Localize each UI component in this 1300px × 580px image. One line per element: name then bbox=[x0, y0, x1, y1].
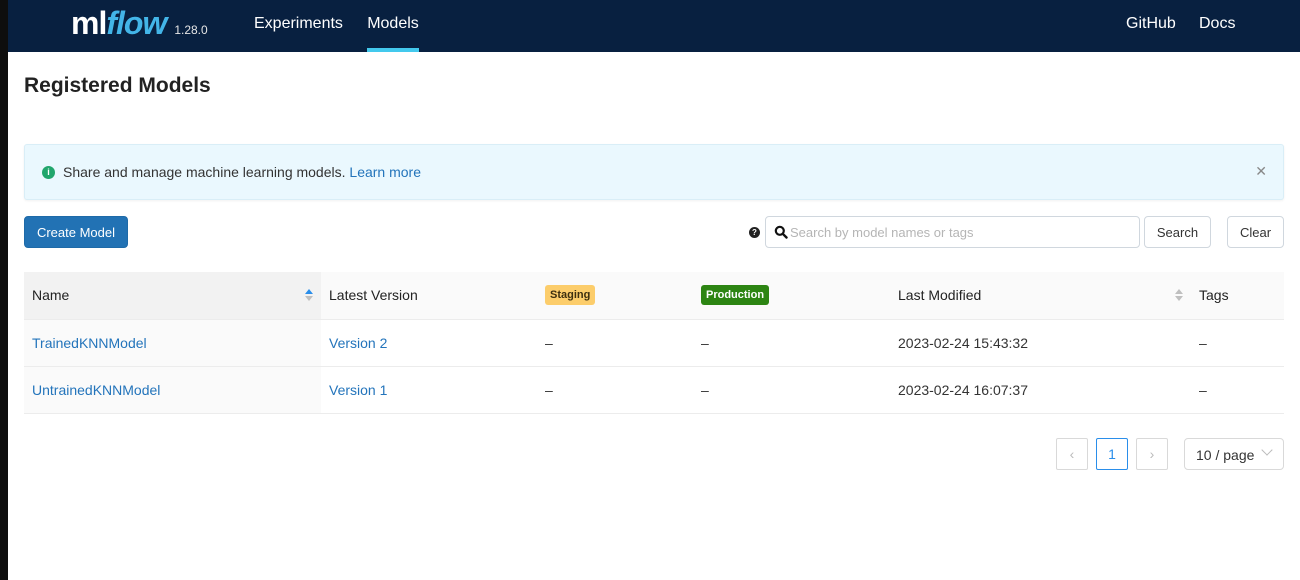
cell-name: TrainedKNNModel bbox=[24, 319, 321, 367]
pagination-prev-button[interactable]: ‹ bbox=[1056, 438, 1088, 470]
version-label: 1.28.0 bbox=[174, 23, 208, 37]
search-box bbox=[765, 216, 1140, 248]
model-name-link[interactable]: TrainedKNNModel bbox=[32, 335, 147, 351]
info-alert: i Share and manage machine learning mode… bbox=[24, 144, 1284, 200]
info-icon: i bbox=[42, 166, 55, 179]
nav-models[interactable]: Models bbox=[367, 0, 419, 52]
model-name-link[interactable]: UntrainedKNNModel bbox=[32, 382, 160, 398]
sort-asc-icon bbox=[305, 289, 313, 294]
column-header-staging: Staging bbox=[537, 272, 693, 320]
nav-experiments[interactable]: Experiments bbox=[254, 0, 343, 52]
cell-tags: – bbox=[1191, 319, 1284, 367]
cell-last-modified: 2023-02-24 16:07:37 bbox=[890, 366, 1191, 414]
logo-flow-text: flow bbox=[106, 4, 167, 41]
sort-desc-icon bbox=[1175, 296, 1183, 301]
sort-icon[interactable] bbox=[1175, 289, 1183, 303]
column-last-modified-label: Last Modified bbox=[898, 287, 982, 304]
search-icon bbox=[774, 225, 788, 239]
column-header-name[interactable]: Name bbox=[24, 272, 321, 320]
clear-button[interactable]: Clear bbox=[1227, 216, 1284, 248]
cell-latest-version: Version 2 bbox=[321, 319, 537, 367]
column-tags-label: Tags bbox=[1199, 287, 1229, 304]
column-header-last-modified[interactable]: Last Modified bbox=[890, 272, 1191, 320]
search-button[interactable]: Search bbox=[1144, 216, 1211, 248]
column-name-label: Name bbox=[32, 287, 70, 304]
chevron-down-icon bbox=[1261, 444, 1273, 456]
cell-tags: – bbox=[1191, 366, 1284, 414]
models-table: Name Latest Version Staging Production L… bbox=[24, 272, 1284, 414]
nav-github-link[interactable]: GitHub bbox=[1126, 0, 1176, 52]
table-header-row: Name Latest Version Staging Production L… bbox=[24, 272, 1284, 320]
column-header-latest-version: Latest Version bbox=[321, 272, 537, 320]
cell-last-modified: 2023-02-24 15:43:32 bbox=[890, 319, 1191, 367]
version-link[interactable]: Version 1 bbox=[329, 382, 387, 398]
staging-badge: Staging bbox=[545, 285, 596, 306]
learn-more-link[interactable]: Learn more bbox=[349, 164, 421, 180]
cell-staging: – bbox=[537, 366, 693, 414]
page-size-select[interactable]: 10 / page bbox=[1184, 438, 1284, 470]
cell-production: – bbox=[693, 366, 890, 414]
logo-ml-text: ml bbox=[71, 4, 107, 41]
column-header-tags: Tags bbox=[1191, 272, 1284, 320]
search-input[interactable] bbox=[790, 217, 1130, 247]
alert-text: Share and manage machine learning models… bbox=[63, 164, 350, 180]
app-window: ml flow 1.28.0 Experiments Models GitHub … bbox=[8, 0, 1300, 580]
create-model-button[interactable]: Create Model bbox=[24, 216, 128, 248]
alert-message: Share and manage machine learning models… bbox=[63, 164, 421, 180]
cell-production: – bbox=[693, 319, 890, 367]
sort-icon[interactable] bbox=[305, 289, 313, 303]
production-badge: Production bbox=[701, 285, 770, 306]
close-icon[interactable]: ✕ bbox=[1255, 163, 1267, 180]
table-row: UntrainedKNNModel Version 1 – – 2023-02-… bbox=[24, 366, 1284, 414]
nav-docs-link[interactable]: Docs bbox=[1199, 0, 1235, 52]
pagination-next-button[interactable]: › bbox=[1136, 438, 1168, 470]
column-latest-version-label: Latest Version bbox=[329, 287, 418, 304]
top-navbar: ml flow 1.28.0 Experiments Models GitHub … bbox=[8, 0, 1300, 52]
sort-desc-icon bbox=[305, 296, 313, 301]
cell-name: UntrainedKNNModel bbox=[24, 366, 321, 414]
table-row: TrainedKNNModel Version 2 – – 2023-02-24… bbox=[24, 319, 1284, 367]
help-icon[interactable]: ? bbox=[749, 227, 760, 238]
cell-staging: – bbox=[537, 319, 693, 367]
page-size-value: 10 / page bbox=[1196, 447, 1255, 463]
sort-asc-icon bbox=[1175, 289, 1183, 294]
page-title: Registered Models bbox=[24, 74, 211, 97]
mlflow-logo[interactable]: ml flow 1.28.0 bbox=[71, 0, 208, 52]
column-header-production: Production bbox=[693, 272, 890, 320]
version-link[interactable]: Version 2 bbox=[329, 335, 387, 351]
pagination-page-1[interactable]: 1 bbox=[1096, 438, 1128, 470]
cell-latest-version: Version 1 bbox=[321, 366, 537, 414]
